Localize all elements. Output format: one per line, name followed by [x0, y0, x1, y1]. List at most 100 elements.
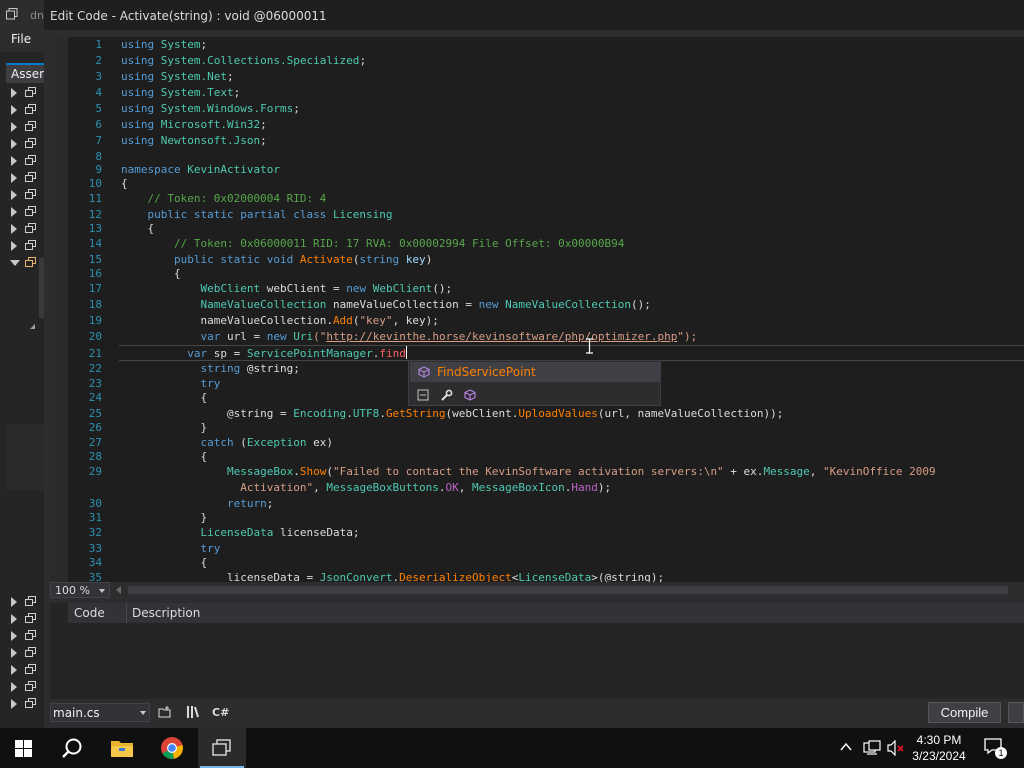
- wrench-icon[interactable]: [440, 389, 453, 405]
- assembly-explorer-tab[interactable]: Assembly Explorer: [6, 63, 44, 83]
- tree-item-assembly[interactable]: [11, 678, 41, 695]
- tree-item-assembly-expanded[interactable]: [10, 254, 41, 271]
- code-line-current[interactable]: 21 var sp = ServicePointManager.find: [89, 345, 1024, 361]
- search-button[interactable]: [48, 728, 96, 768]
- assembly-icon: [25, 87, 37, 98]
- tree-item-assembly[interactable]: [11, 186, 41, 203]
- assembly-icon: [25, 121, 37, 132]
- tree-item-assembly[interactable]: [11, 135, 41, 152]
- expand-arrow-icon[interactable]: [11, 699, 17, 709]
- assembly-icon: [25, 681, 37, 692]
- column-description[interactable]: Description: [132, 606, 200, 620]
- code-line: 10{: [88, 177, 128, 190]
- assembly-explorer-panel: Assembly Explorer: [0, 52, 44, 728]
- tree-item-assembly[interactable]: [11, 84, 41, 101]
- tree-item-assembly[interactable]: [11, 593, 41, 610]
- system-clock[interactable]: 4:30 PM 3/23/2024: [898, 732, 980, 764]
- network-icon[interactable]: [863, 740, 881, 756]
- expand-arrow-icon[interactable]: [11, 648, 17, 658]
- code-line: 35 licenseData = JsonConvert.Deserialize…: [88, 571, 665, 582]
- assembly-icon: [25, 613, 37, 624]
- code-line: 32 LicenseData licenseData;: [88, 526, 360, 539]
- autocomplete-item[interactable]: FindServicePoint: [410, 362, 660, 382]
- tree-item-assembly[interactable]: [11, 220, 41, 237]
- expand-arrow-icon[interactable]: [11, 631, 17, 641]
- tree-item-assembly[interactable]: [11, 644, 41, 661]
- assembly-icon: [25, 223, 37, 234]
- editor-status-bar: 100 %: [50, 582, 1024, 598]
- expand-arrow-icon[interactable]: [11, 682, 17, 692]
- code-line: 19 nameValueCollection.Add("key", key);: [88, 314, 439, 327]
- code-line: 28 {: [88, 450, 208, 463]
- ibeam-cursor-icon: [586, 338, 593, 354]
- expand-arrow-icon[interactable]: [11, 665, 17, 675]
- assembly-icon: [25, 206, 37, 217]
- text-caret: [405, 346, 407, 359]
- code-line: 29 MessageBox.Show("Failed to contact th…: [88, 465, 936, 478]
- notification-count-badge: 1: [995, 747, 1007, 759]
- expand-arrow-icon[interactable]: [11, 224, 17, 234]
- start-button[interactable]: [0, 728, 48, 768]
- url-link[interactable]: http://kevinthe.horse/kevinsoftware/php/…: [326, 330, 677, 343]
- background-window-title: dn: [30, 9, 44, 22]
- expand-arrow-icon[interactable]: [11, 139, 17, 149]
- cancel-button[interactable]: [1008, 702, 1024, 723]
- tree-item-assembly[interactable]: [11, 695, 41, 712]
- assembly-icon: [25, 647, 37, 658]
- collapse-arrow-icon[interactable]: [10, 260, 20, 266]
- chevron-up-icon[interactable]: [840, 742, 852, 752]
- tree-item-assembly[interactable]: [11, 661, 41, 678]
- file-select[interactable]: main.cs: [50, 703, 150, 722]
- menu-file[interactable]: File: [11, 32, 31, 46]
- language-label[interactable]: C#: [212, 706, 229, 719]
- assembly-icon: [25, 698, 37, 709]
- expand-arrow-icon[interactable]: [11, 173, 17, 183]
- search-icon: [62, 738, 82, 758]
- expand-arrow-icon[interactable]: [11, 105, 17, 115]
- tree-item-assembly[interactable]: [11, 203, 41, 220]
- restore-icon: [6, 8, 18, 20]
- tree-item-assembly[interactable]: [11, 169, 41, 186]
- autocomplete-filter-bar: [410, 385, 660, 405]
- assembly-icon: [25, 189, 37, 200]
- open-folder-icon[interactable]: [158, 705, 173, 719]
- taskbar-file-explorer[interactable]: [98, 728, 146, 768]
- tree-item-assembly[interactable]: [11, 627, 41, 644]
- horizontal-scrollbar[interactable]: [128, 586, 1008, 594]
- column-divider[interactable]: [126, 603, 127, 623]
- notification-center-button[interactable]: 1: [984, 738, 1007, 759]
- tree-item-assembly[interactable]: [11, 237, 41, 254]
- code-line: 31 }: [88, 511, 208, 524]
- references-icon[interactable]: [186, 705, 201, 719]
- code-line: 3 using System.Net;: [95, 70, 234, 83]
- expand-arrow-icon[interactable]: [11, 190, 17, 200]
- taskbar-dnspy[interactable]: [198, 728, 246, 768]
- compile-button[interactable]: Compile: [928, 702, 1001, 723]
- tree-item-assembly[interactable]: [11, 101, 41, 118]
- column-code[interactable]: Code: [74, 606, 105, 620]
- taskbar-chrome[interactable]: [148, 728, 196, 768]
- code-line: 26 }: [88, 421, 208, 434]
- folder-icon: [111, 741, 133, 757]
- zoom-select[interactable]: 100 %: [50, 582, 110, 598]
- tree-item-assembly[interactable]: [11, 152, 41, 169]
- assembly-icon: [25, 104, 37, 115]
- expand-arrow-icon[interactable]: [11, 122, 17, 132]
- expand-arrow-icon[interactable]: [11, 156, 17, 166]
- panel-splitter[interactable]: [6, 424, 44, 490]
- assembly-icon: [25, 664, 37, 675]
- method-cube-icon[interactable]: [464, 389, 476, 404]
- all-icon[interactable]: [417, 389, 429, 404]
- expand-arrow-icon[interactable]: [11, 88, 17, 98]
- code-line: 17 WebClient webClient = new WebClient()…: [88, 282, 453, 295]
- expand-arrow-icon[interactable]: [11, 597, 17, 607]
- expand-arrow-icon[interactable]: [11, 614, 17, 624]
- scroll-left-icon[interactable]: [116, 586, 121, 594]
- expand-arrow-icon[interactable]: [11, 241, 17, 251]
- code-editor[interactable]: 1 using System; 2 using System.Collections…: [50, 37, 1024, 582]
- tree-item-assembly[interactable]: [11, 118, 41, 135]
- tree-item-assembly[interactable]: [11, 610, 41, 627]
- sub-expand-icon[interactable]: [30, 324, 35, 329]
- expand-arrow-icon[interactable]: [11, 207, 17, 217]
- code-line: 7 using Newtonsoft.Json;: [95, 134, 267, 147]
